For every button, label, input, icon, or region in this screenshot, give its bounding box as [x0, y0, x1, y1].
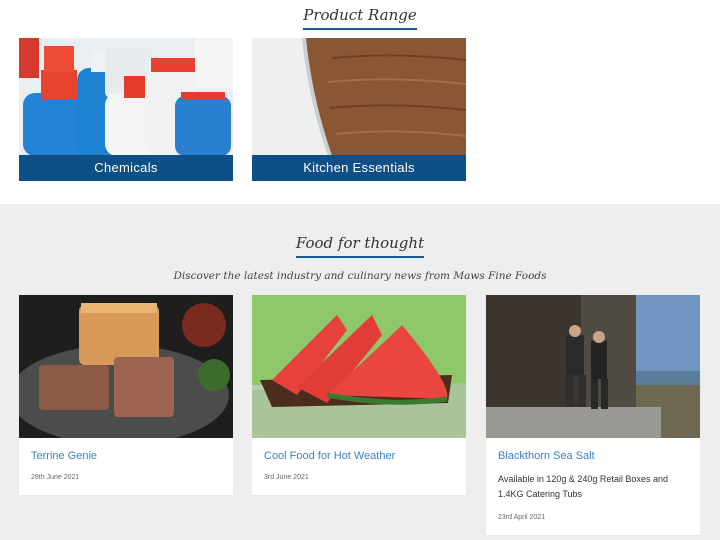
watermelon-image — [252, 295, 466, 438]
article-description: Available in 120g & 240g Retail Boxes an… — [498, 474, 668, 499]
product-range-title: Product Range — [303, 6, 417, 30]
category-label-kitchen-essentials: Kitchen Essentials — [252, 155, 466, 181]
kitchen-essentials-image — [252, 38, 466, 156]
article-title-blackthorn-sea-salt[interactable]: Blackthorn Sea Salt — [498, 450, 700, 462]
news-title: Food for thought — [295, 234, 425, 258]
news-card-cool-food[interactable]: Cool Food for Hot Weather 3rd June 2021 — [252, 295, 466, 495]
news-heading: Food for thought — [0, 234, 720, 258]
product-range-heading: Product Range — [0, 6, 720, 30]
chemicals-image — [19, 38, 233, 156]
news-card-terrine-genie[interactable]: Terrine Genie 28th June 2021 — [19, 295, 233, 495]
article-date: 23rd April 2021 — [498, 514, 546, 521]
article-title-terrine-genie[interactable]: Terrine Genie — [31, 450, 233, 462]
terrine-image — [19, 295, 233, 438]
category-label-chemicals: Chemicals — [19, 155, 233, 181]
news-subtitle: Discover the latest industry and culinar… — [173, 270, 547, 282]
article-title-cool-food[interactable]: Cool Food for Hot Weather — [264, 450, 466, 462]
blackthorn-image — [486, 295, 700, 438]
news-section: Food for thought Discover the latest ind… — [0, 204, 720, 540]
article-date: 28th June 2021 — [31, 474, 80, 481]
article-date: 3rd June 2021 — [264, 474, 309, 481]
category-tile-chemicals[interactable]: Chemicals — [19, 38, 233, 181]
news-card-blackthorn-sea-salt[interactable]: Blackthorn Sea Salt Available in 120g & … — [486, 295, 700, 535]
category-tile-kitchen-essentials[interactable]: Kitchen Essentials — [252, 38, 466, 181]
